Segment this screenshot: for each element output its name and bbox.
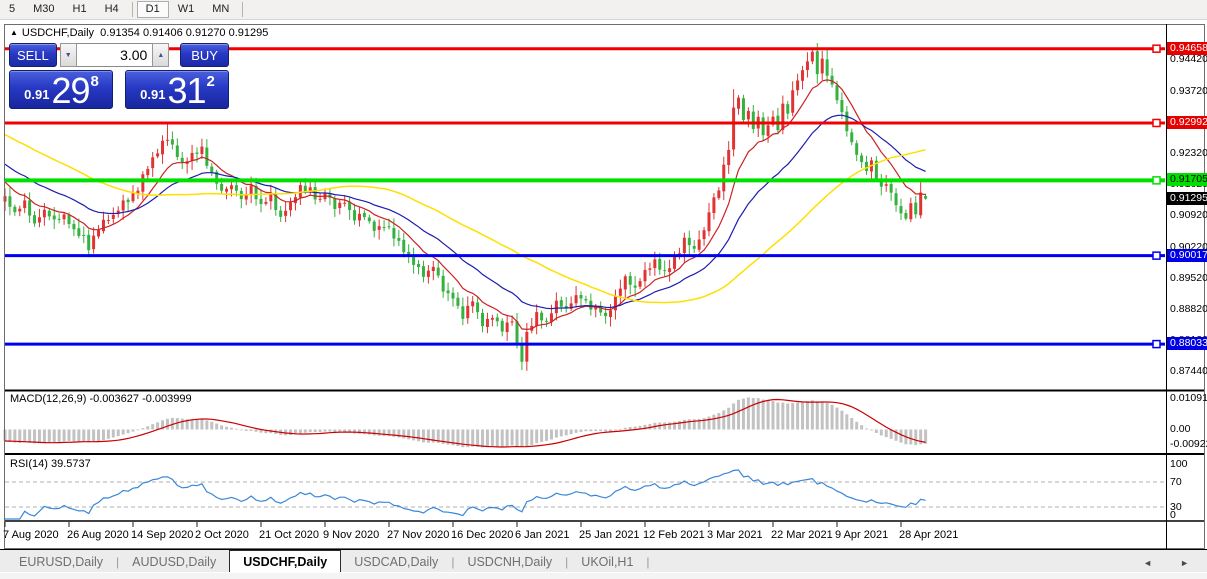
rsi-axis-label: 100 xyxy=(1170,458,1188,470)
date-label: 28 Apr 2021 xyxy=(899,529,958,541)
date-label: 12 Feb 2021 xyxy=(643,529,705,541)
buy-price-box[interactable]: 0.91 31 2 xyxy=(125,70,229,109)
spin-up-icon: ▲ xyxy=(157,52,164,59)
sell-price-pip-digit: 8 xyxy=(91,73,99,90)
date-ticks xyxy=(5,522,901,527)
rsi-axis-label: 70 xyxy=(1170,476,1182,488)
date-label: 9 Apr 2021 xyxy=(835,529,888,541)
timeframe-button-d1[interactable]: D1 xyxy=(137,1,169,18)
price-level-badge[interactable]: 0.88033 xyxy=(1167,337,1207,350)
price-tick-label: 0.87440 xyxy=(1170,365,1207,377)
macd-label: MACD(12,26,9) -0.003627 -0.003999 xyxy=(10,393,192,405)
price-tick-label: 0.93720 xyxy=(1170,85,1207,97)
price-level-badge[interactable]: 0.91295 xyxy=(1167,192,1207,205)
price-tick-label: 0.90920 xyxy=(1170,209,1207,221)
timeframe-button-5[interactable]: 5 xyxy=(0,1,24,18)
tab-audusd[interactable]: AUDUSD,Daily xyxy=(119,552,229,572)
macd-axis-label: -0.00922 xyxy=(1170,438,1207,450)
tab-eurusd[interactable]: EURUSD,Daily xyxy=(6,552,116,572)
date-label: 21 Oct 2020 xyxy=(259,529,319,541)
tab-usdcad[interactable]: USDCAD,Daily xyxy=(341,552,451,572)
chart-title-text: USDCHF,Daily 0.91354 0.91406 0.91270 0.9… xyxy=(22,27,268,39)
symbol-arrow-icon: ▲ xyxy=(10,28,18,37)
timeframe-toolbar: 5M30H1H4 D1W1MN xyxy=(0,0,1207,20)
ma-25-line xyxy=(5,115,926,309)
timeframe-button-m30[interactable]: M30 xyxy=(24,1,63,18)
hline-handle[interactable] xyxy=(1153,177,1160,184)
sell-price-box[interactable]: 0.91 29 8 xyxy=(9,70,113,109)
tab-scroll-right-icon[interactable]: ► xyxy=(1180,558,1189,568)
chart-title: ▲ USDCHF,Daily 0.91354 0.91406 0.91270 0.… xyxy=(10,27,268,39)
date-label: 16 Dec 2020 xyxy=(451,529,513,541)
buy-price-big-digits: 31 xyxy=(167,76,205,106)
price-level-badge[interactable]: 0.90017 xyxy=(1167,249,1207,262)
sell-button[interactable]: SELL xyxy=(9,43,57,67)
sell-price-prefix: 0.91 xyxy=(24,87,49,102)
symbol-tabs: EURUSD,Daily|AUDUSD,DailyUSDCHF,DailyUSD… xyxy=(6,550,650,573)
hline-handle[interactable] xyxy=(1153,45,1160,52)
date-label: 25 Jan 2021 xyxy=(579,529,640,541)
date-label: 6 Jan 2021 xyxy=(515,529,569,541)
buy-price-prefix: 0.91 xyxy=(140,87,165,102)
tab-usdchf[interactable]: USDCHF,Daily xyxy=(229,550,341,573)
trading-terminal: 5M30H1H4 D1W1MN ▲ USDCHF,Daily 0.91354 0.9… xyxy=(0,0,1207,579)
trade-panel-price-row: 0.91 29 8 0.91 31 2 xyxy=(9,70,229,109)
price-tick-label: 0.92320 xyxy=(1170,147,1207,159)
rsi-axis-label: 0 xyxy=(1170,509,1176,521)
tab-separator: | xyxy=(646,555,649,569)
toolbar-separator xyxy=(132,2,133,17)
sell-price-big-digits: 29 xyxy=(51,76,89,106)
date-label: 7 Aug 2020 xyxy=(3,529,59,541)
timeframe-button-w1[interactable]: W1 xyxy=(169,1,204,18)
date-label: 9 Nov 2020 xyxy=(323,529,379,541)
hline-handle[interactable] xyxy=(1153,119,1160,126)
price-level-badge[interactable]: 0.92992 xyxy=(1167,116,1207,129)
date-label: 27 Nov 2020 xyxy=(387,529,449,541)
rsi-label: RSI(14) 39.5737 xyxy=(10,458,91,470)
timeframe-button-h4[interactable]: H4 xyxy=(96,1,128,18)
hline-handle[interactable] xyxy=(1153,252,1160,259)
date-label: 2 Oct 2020 xyxy=(195,529,249,541)
macd-axis-label: 0.00 xyxy=(1170,423,1190,435)
tab-scroll-left-icon[interactable]: ◄ xyxy=(1143,558,1152,568)
rsi-layer xyxy=(5,470,1165,519)
rsi-line xyxy=(5,470,926,519)
price-level-badge[interactable]: 0.91705 xyxy=(1167,173,1207,186)
date-label: 14 Sep 2020 xyxy=(131,529,193,541)
macd-axis-label: 0.010913 xyxy=(1170,392,1207,404)
price-tick-label: 0.88820 xyxy=(1170,303,1207,315)
date-label: 3 Mar 2021 xyxy=(707,529,763,541)
spin-down-icon: ▼ xyxy=(65,52,72,59)
toolbar-separator xyxy=(242,2,243,17)
buy-price-pip-digit: 2 xyxy=(207,73,215,90)
ma-50-line xyxy=(5,135,926,303)
timeframe-button-h1[interactable]: H1 xyxy=(64,1,96,18)
tab-ukoil[interactable]: UKOil,H1 xyxy=(568,552,646,572)
volume-increase-button[interactable]: ▲ xyxy=(152,43,169,67)
date-label: 26 Aug 2020 xyxy=(67,529,129,541)
date-label: 22 Mar 2021 xyxy=(771,529,833,541)
buy-button[interactable]: BUY xyxy=(180,43,229,67)
tabbar-scroll-strip xyxy=(0,572,1207,579)
volume-decrease-button[interactable]: ▼ xyxy=(60,43,77,67)
timeframe-button-mn[interactable]: MN xyxy=(203,1,238,18)
trade-panel: SELL ▼ 3.00 ▲ BUY 0.91 29 8 0.91 31 2 xyxy=(9,43,229,109)
volume-input[interactable]: 3.00 xyxy=(77,43,153,67)
price-tick-label: 0.89520 xyxy=(1170,272,1207,284)
hline-handle[interactable] xyxy=(1153,341,1160,348)
tab-usdcnh[interactable]: USDCNH,Daily xyxy=(454,552,565,572)
trade-panel-top-row: SELL ▼ 3.00 ▲ BUY xyxy=(9,43,229,67)
price-level-badge[interactable]: 0.94658 xyxy=(1167,42,1207,55)
symbol-tabbar: EURUSD,Daily|AUDUSD,DailyUSDCHF,DailyUSD… xyxy=(0,550,1207,579)
